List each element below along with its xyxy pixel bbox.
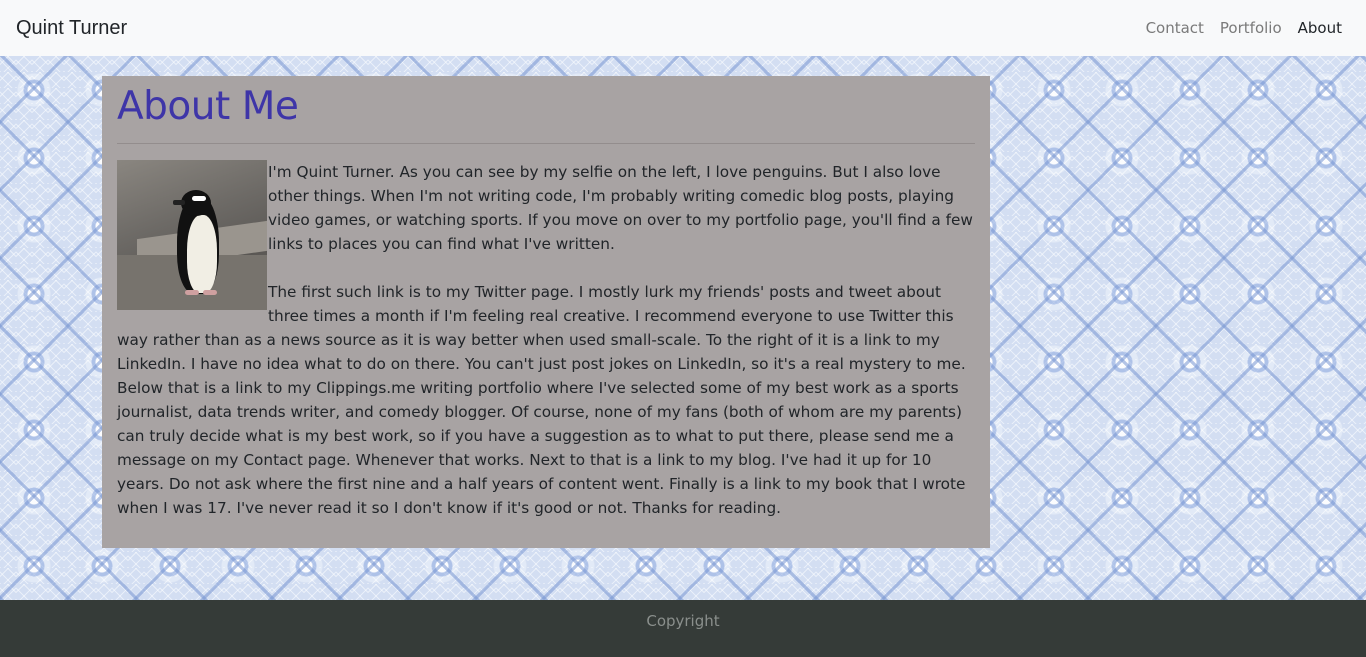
copyright-text: Copyright [646,612,720,630]
page-title: About Me [117,84,299,129]
nav-link-portfolio[interactable]: Portfolio [1212,19,1290,37]
nav-links: Contact Portfolio About [1138,19,1350,37]
about-paragraph-2: The first such link is to my Twitter pag… [117,282,966,517]
nav-link-contact[interactable]: Contact [1138,19,1212,37]
about-card: About Me I'm Quint Turner. As you can se… [102,76,990,548]
about-paragraph-1: I'm Quint Turner. As you can see by my s… [268,162,973,253]
brand-link[interactable]: Quint Turner [16,17,127,40]
title-divider [117,142,975,144]
top-navbar: Quint Turner Contact Portfolio About [0,0,1366,56]
page-footer: Copyright [0,600,1366,657]
penguin-photo [117,159,267,310]
about-text: I'm Quint Turner. As you can see by my s… [117,159,975,520]
nav-link-about[interactable]: About [1290,19,1350,37]
